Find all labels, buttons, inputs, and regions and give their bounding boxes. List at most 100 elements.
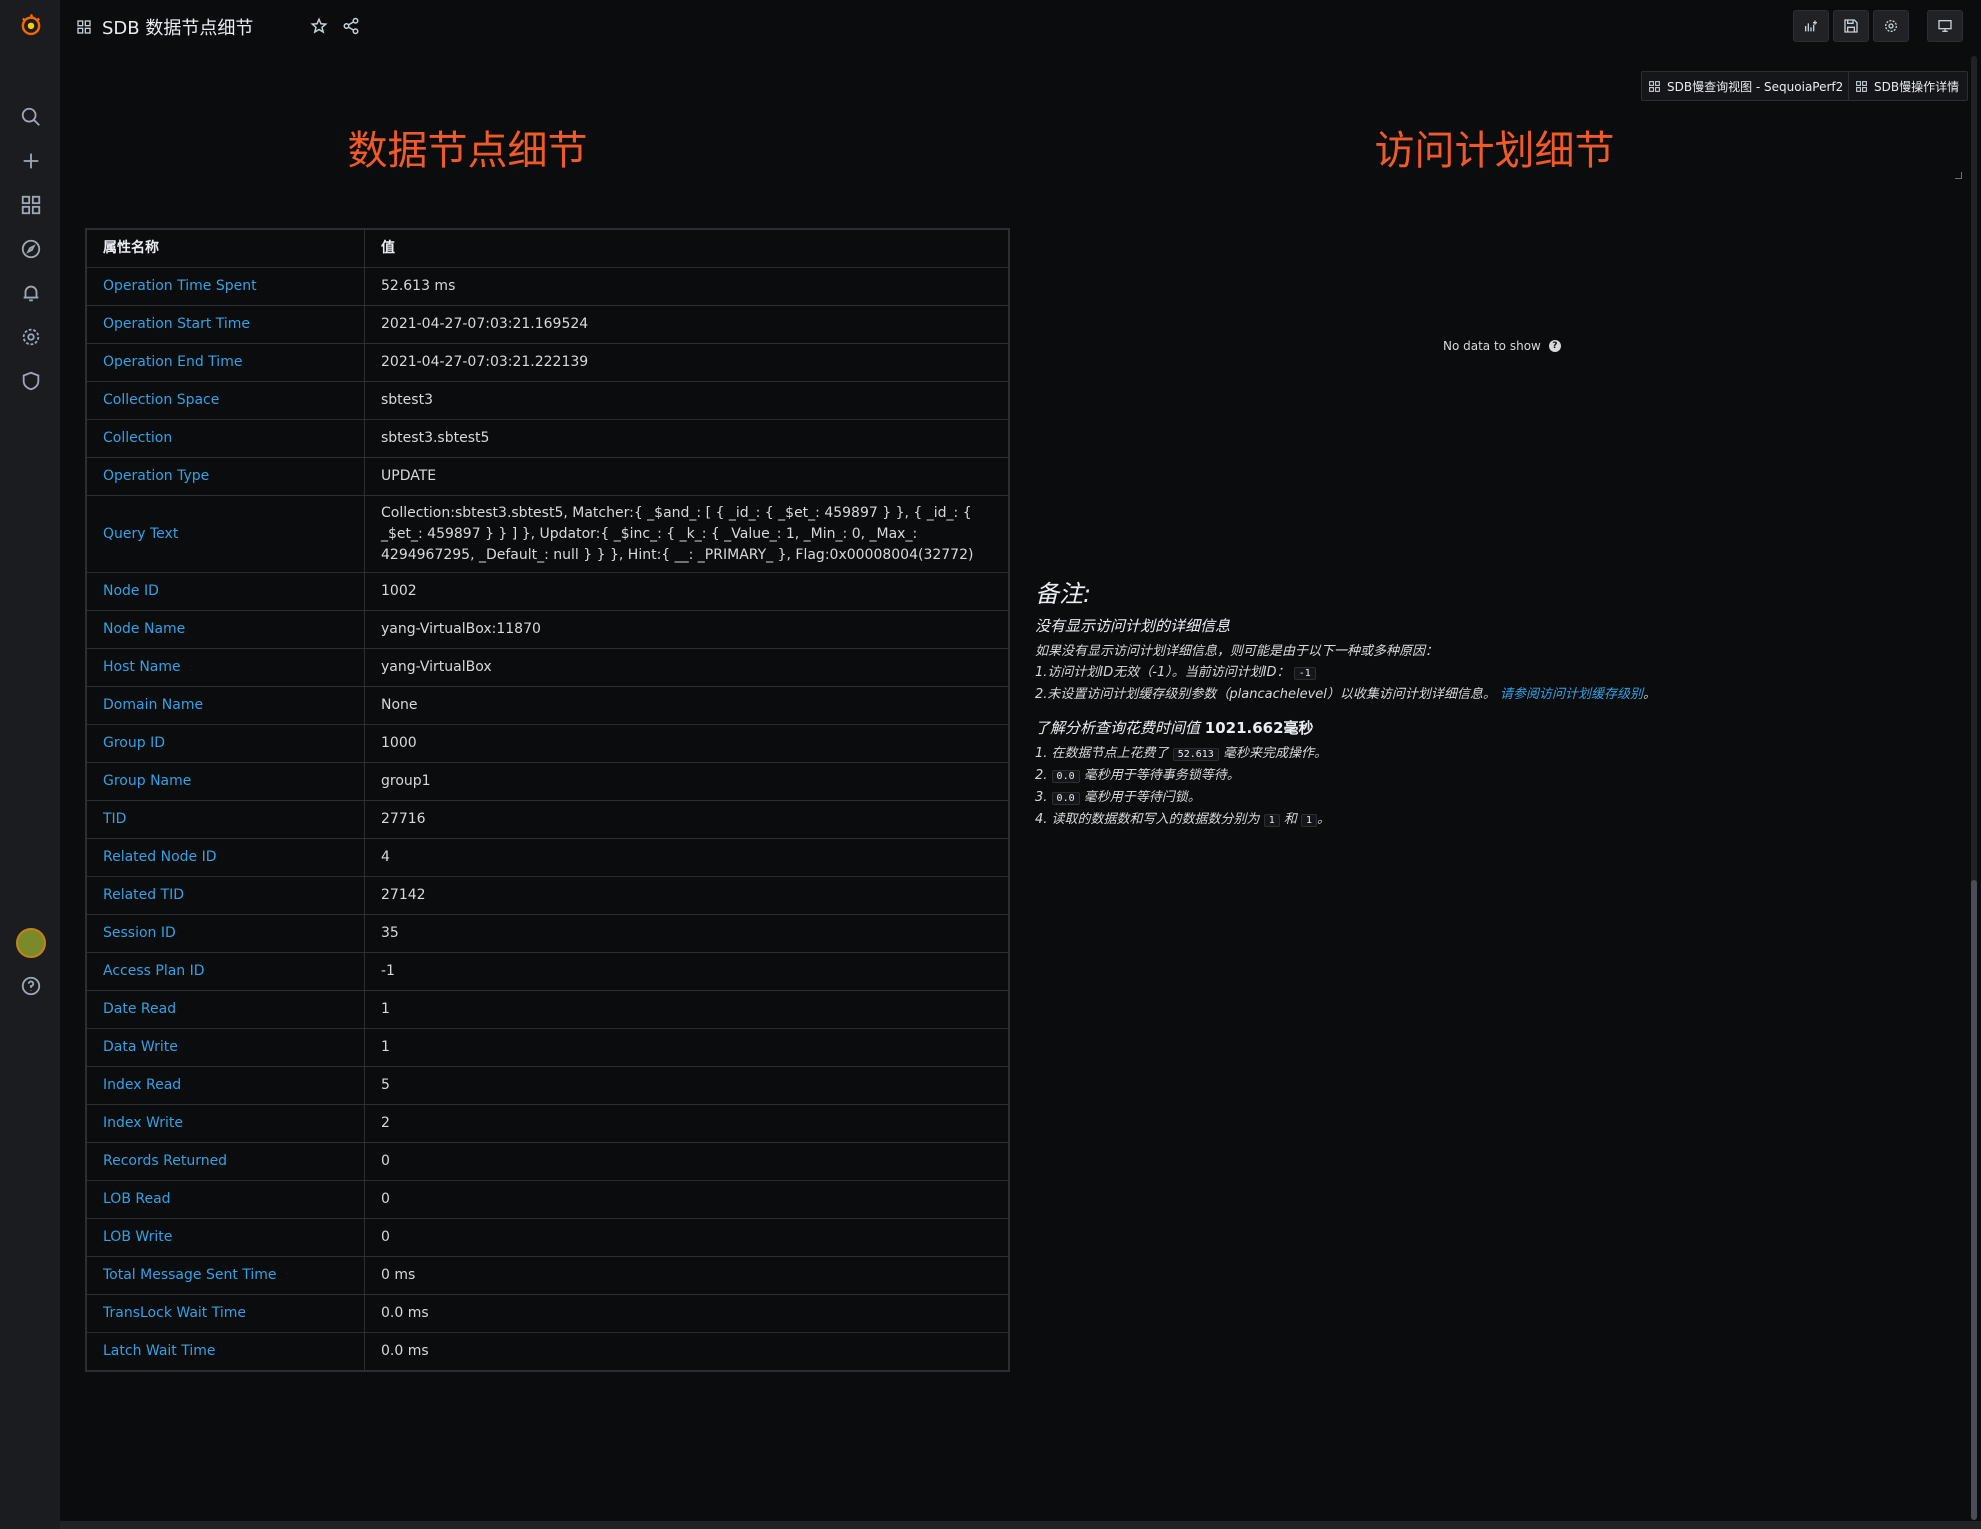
- item-4-code-write: 1: [1301, 814, 1318, 827]
- dashboard-grid-icon: [77, 20, 91, 34]
- attribute-name-link[interactable]: Collection Space: [86, 381, 365, 420]
- view-mode-button[interactable]: [1927, 10, 1963, 42]
- user-avatar[interactable]: [16, 928, 46, 958]
- server-admin-shield-icon[interactable]: [18, 368, 44, 394]
- attribute-value: 27142: [364, 876, 1009, 915]
- attribute-name-link[interactable]: TID: [86, 800, 365, 839]
- notes-subtitle: 没有显示访问计划的详细信息: [1035, 617, 1231, 635]
- horizontal-scrollbar[interactable]: [60, 1521, 1981, 1529]
- item-1-code: 52.613: [1172, 748, 1219, 761]
- save-dashboard-button[interactable]: [1833, 10, 1869, 42]
- left-panel-heading: 数据节点细节: [347, 128, 588, 174]
- panel-resize-handle[interactable]: [1955, 172, 1962, 179]
- table-row: Host Name yang-VirtualBox: [86, 648, 1009, 687]
- attribute-value: -1: [364, 952, 1009, 991]
- attribute-name-link[interactable]: Domain Name: [86, 686, 365, 725]
- help-question-icon[interactable]: ?: [1548, 340, 1561, 352]
- table-row: Group ID 1000: [86, 724, 1009, 763]
- attribute-name-link[interactable]: Operation End Time: [86, 343, 365, 382]
- explore-compass-icon[interactable]: [18, 236, 44, 262]
- attribute-name-link[interactable]: Host Name: [86, 648, 365, 687]
- attribute-name-link[interactable]: Query Text: [86, 495, 365, 573]
- vertical-scrollbar-thumb[interactable]: [1971, 880, 1977, 1520]
- attribute-name-link[interactable]: Operation Time Spent: [86, 267, 365, 306]
- attribute-name-link[interactable]: Operation Type: [86, 457, 365, 496]
- plancache-doc-link[interactable]: 请参阅访问计划缓存级别: [1500, 687, 1643, 702]
- share-icon[interactable]: [342, 17, 360, 39]
- column-header-value[interactable]: 值: [364, 229, 1009, 268]
- table-row: Index Write 2: [86, 1104, 1009, 1143]
- attribute-name-link[interactable]: Index Read: [86, 1066, 365, 1105]
- notes-reason-1: 1.访问计划ID无效（-1）。当前访问计划ID： -1: [1035, 665, 1735, 682]
- table-header-row: 属性名称 值: [86, 229, 1009, 268]
- attribute-name-link[interactable]: TransLock Wait Time: [86, 1294, 365, 1333]
- attribute-name-link[interactable]: Index Write: [86, 1104, 365, 1143]
- table-row: Operation Type UPDATE: [86, 457, 1009, 496]
- help-icon[interactable]: [18, 973, 44, 999]
- attribute-name-link[interactable]: Session ID: [86, 914, 365, 953]
- attribute-name-link[interactable]: Date Read: [86, 990, 365, 1029]
- attribute-name-link[interactable]: Collection: [86, 419, 365, 458]
- attribute-value: group1: [364, 762, 1009, 801]
- attribute-name-link[interactable]: LOB Write: [86, 1218, 365, 1257]
- attribute-name-link[interactable]: Related TID: [86, 876, 365, 915]
- table-row: Access Plan ID -1: [86, 952, 1009, 991]
- notes-intro: 如果没有显示访问计划详细信息，则可能是由于以下一种或多种原因：: [1035, 644, 1439, 659]
- analysis-item-1: 1. 在数据节点上花费了 52.613 毫秒来完成操作。: [1035, 746, 1735, 763]
- attribute-name-link[interactable]: Total Message Sent Time: [86, 1256, 365, 1295]
- analysis-heading: 了解分析查询花费时间值 1021.662毫秒: [1035, 717, 1735, 738]
- configuration-gear-icon[interactable]: [18, 324, 44, 350]
- attribute-name-link[interactable]: Data Write: [86, 1028, 365, 1067]
- attribute-name-link[interactable]: Group ID: [86, 724, 365, 763]
- dashboard-link-label: SDB慢操作详情: [1874, 79, 1960, 94]
- table-row: LOB Read 0: [86, 1180, 1009, 1219]
- table-row: LOB Write 0: [86, 1218, 1009, 1257]
- analysis-item-2: 2. 0.0 毫秒用于等待事务锁等待。: [1035, 768, 1735, 785]
- dashboard-title-text[interactable]: SDB 数据节点细节: [102, 14, 253, 40]
- dashboard-link-slow-op-detail[interactable]: SDB慢操作详情: [1848, 71, 1969, 101]
- attribute-name-link[interactable]: Latch Wait Time: [86, 1332, 365, 1371]
- item-3-prefix: 3.: [1035, 790, 1048, 805]
- attribute-name-link[interactable]: Node Name: [86, 610, 365, 649]
- star-icon[interactable]: [310, 17, 328, 39]
- item-2-code: 0.0: [1051, 770, 1080, 783]
- table-row: Index Read 5: [86, 1066, 1009, 1105]
- dashboard-title[interactable]: SDB 数据节点细节: [76, 14, 253, 40]
- dashboards-grid-icon[interactable]: [18, 192, 44, 218]
- dashboard-link-label: SDB慢查询视图 - SequoiaPerf2: [1667, 79, 1844, 94]
- column-header-attribute[interactable]: 属性名称: [86, 229, 365, 268]
- notes-reason-2: 2.未设置访问计划缓存级别参数（plancachelevel）以收集访问计划详细…: [1035, 687, 1735, 703]
- attribute-value: UPDATE: [364, 457, 1009, 496]
- search-icon[interactable]: [18, 104, 44, 130]
- attribute-name-link[interactable]: Operation Start Time: [86, 305, 365, 344]
- attribute-value: 1000: [364, 724, 1009, 763]
- table-row: Related Node ID 4: [86, 838, 1009, 877]
- attribute-value: 0: [364, 1218, 1009, 1257]
- attribute-value: 52.613 ms: [364, 267, 1009, 306]
- attribute-name-link[interactable]: Records Returned: [86, 1142, 365, 1181]
- reason-2-text: 2.未设置访问计划缓存级别参数（plancachelevel）以收集访问计划详细…: [1035, 687, 1496, 702]
- table-row: Node ID 1002: [86, 572, 1009, 611]
- attribute-name-link[interactable]: Access Plan ID: [86, 952, 365, 991]
- grafana-logo-icon[interactable]: [18, 12, 44, 38]
- attribute-value: 0: [364, 1142, 1009, 1181]
- item-4-code-read: 1: [1263, 814, 1280, 827]
- table-row: Operation Start Time 2021-04-27-07:03:21.…: [86, 305, 1009, 344]
- attribute-value: 0 ms: [364, 1256, 1009, 1295]
- item-1-prefix: 1. 在数据节点上花费了: [1035, 746, 1169, 761]
- access-plan-id-code: -1: [1293, 667, 1316, 680]
- attribute-name-link[interactable]: Node ID: [86, 572, 365, 611]
- add-panel-icon: [1805, 20, 1817, 32]
- attribute-name-link[interactable]: Group Name: [86, 762, 365, 801]
- dashboard-settings-button[interactable]: [1873, 10, 1909, 42]
- attribute-value: 1: [364, 990, 1009, 1029]
- table-row: Operation End Time 2021-04-27-07:03:21.22…: [86, 343, 1009, 382]
- attribute-name-link[interactable]: Related Node ID: [86, 838, 365, 877]
- item-3-suffix: 毫秒用于等待闩锁。: [1083, 790, 1201, 805]
- create-plus-icon[interactable]: [18, 148, 44, 174]
- sidebar: [0, 0, 60, 1529]
- add-panel-button[interactable]: [1793, 10, 1829, 42]
- alerting-bell-icon[interactable]: [18, 280, 44, 306]
- attribute-name-link[interactable]: LOB Read: [86, 1180, 365, 1219]
- dashboard-link-slow-query-view[interactable]: SDB慢查询视图 - SequoiaPerf2: [1641, 71, 1853, 101]
